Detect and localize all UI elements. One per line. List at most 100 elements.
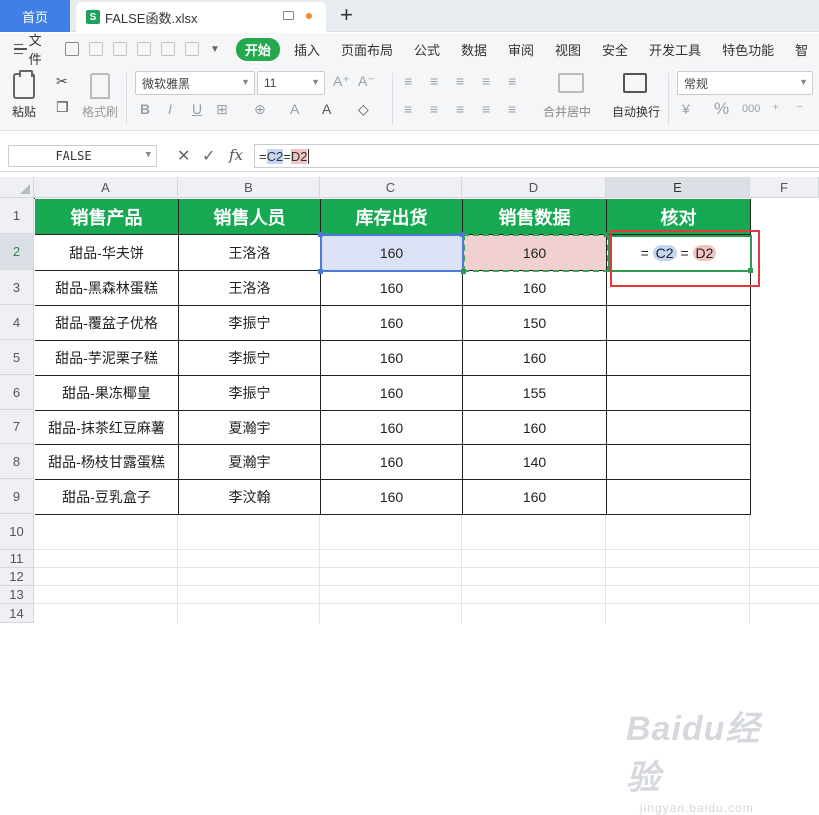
row-header-14[interactable]: 14: [0, 604, 34, 623]
row-header-7[interactable]: 7: [0, 410, 34, 444]
table-cell[interactable]: [607, 480, 751, 515]
export-icon[interactable]: [89, 42, 104, 56]
font-color-a-icon[interactable]: A: [322, 101, 331, 117]
column-header-d[interactable]: D: [462, 177, 606, 198]
table-cell[interactable]: 甜品-黑森林蛋糕: [35, 271, 179, 306]
table-cell[interactable]: 王洛洛: [179, 235, 321, 271]
decrease-decimal-icon[interactable]: ⁻: [796, 101, 803, 118]
table-cell[interactable]: 160: [463, 271, 607, 306]
table-cell[interactable]: 李汶翰: [179, 480, 321, 515]
undo-icon[interactable]: [161, 42, 176, 56]
menu-tab-developer[interactable]: 开发工具: [649, 40, 701, 59]
table-cell[interactable]: 甜品-覆盆子优格: [35, 306, 179, 341]
table-cell[interactable]: 王洛洛: [179, 271, 321, 306]
save-icon[interactable]: [65, 42, 80, 56]
name-box[interactable]: FALSE ▼: [8, 145, 157, 167]
row-header-12[interactable]: 12: [0, 568, 34, 586]
table-cell[interactable]: 160: [463, 411, 607, 445]
row-header-1[interactable]: 1: [0, 198, 34, 234]
merge-center-label[interactable]: 合并居中: [543, 103, 591, 120]
column-header-c[interactable]: C: [320, 177, 462, 198]
file-menu-button[interactable]: 文件: [0, 30, 46, 68]
header-cell-check[interactable]: 核对: [607, 199, 751, 235]
header-cell-product[interactable]: 销售产品: [35, 199, 179, 235]
column-header-e[interactable]: E: [606, 177, 750, 198]
justify-icon[interactable]: ≡: [482, 101, 490, 117]
table-cell[interactable]: 160: [463, 480, 607, 515]
table-cell[interactable]: [607, 306, 751, 341]
copy-icon[interactable]: ❐: [56, 99, 69, 116]
percent-icon[interactable]: %: [714, 99, 729, 119]
table-cell[interactable]: 160: [321, 376, 463, 411]
align-bottom-icon[interactable]: ≡: [456, 73, 464, 89]
table-cell[interactable]: 李振宁: [179, 341, 321, 376]
underline-icon[interactable]: U: [192, 101, 202, 117]
table-cell-d2[interactable]: 160: [463, 235, 607, 271]
table-cell-e2-editing[interactable]: = C2 = D2: [607, 235, 751, 271]
row-header-8[interactable]: 8: [0, 444, 34, 479]
redo-icon[interactable]: [185, 42, 200, 56]
table-cell[interactable]: [607, 341, 751, 376]
indent-icon[interactable]: ≡: [482, 73, 490, 89]
table-cell[interactable]: 夏瀚宇: [179, 445, 321, 480]
currency-icon[interactable]: ¥: [682, 101, 690, 117]
new-tab-button[interactable]: +: [340, 3, 353, 27]
merge-center-icon[interactable]: [558, 73, 584, 93]
border-icon[interactable]: ⊞: [216, 101, 228, 118]
table-cell[interactable]: [607, 445, 751, 480]
row-header-5[interactable]: 5: [0, 340, 34, 375]
paste-button[interactable]: 粘贴: [12, 70, 36, 120]
table-cell[interactable]: 夏瀚宇: [179, 411, 321, 445]
header-cell-sales-data[interactable]: 销售数据: [463, 199, 607, 235]
table-cell[interactable]: 甜品-华夫饼: [35, 235, 179, 271]
distribute-icon[interactable]: ≡: [508, 101, 516, 117]
menu-tab-security[interactable]: 安全: [602, 40, 628, 59]
align-center-icon[interactable]: ≡: [430, 101, 438, 117]
column-header-b[interactable]: B: [178, 177, 320, 198]
fill-handle[interactable]: [748, 268, 753, 273]
insert-function-icon[interactable]: fx: [229, 146, 243, 164]
table-cell[interactable]: 甜品-豆乳盒子: [35, 480, 179, 515]
row-header-2[interactable]: 2: [0, 234, 34, 270]
table-cell[interactable]: [607, 271, 751, 306]
cancel-formula-icon[interactable]: ✕: [177, 146, 190, 166]
preview-icon[interactable]: [137, 42, 152, 56]
column-header-f[interactable]: F: [750, 177, 819, 198]
font-color-icon[interactable]: A: [290, 101, 299, 117]
table-cell[interactable]: 160: [321, 306, 463, 341]
format-painter-button[interactable]: 格式刷: [82, 73, 118, 120]
align-right-icon[interactable]: ≡: [456, 101, 464, 117]
thousand-separator-icon[interactable]: 000: [742, 103, 760, 115]
header-cell-salesperson[interactable]: 销售人员: [179, 199, 321, 235]
cut-icon[interactable]: ✂: [56, 73, 68, 90]
row-header-3[interactable]: 3: [0, 270, 34, 305]
formula-input[interactable]: = C2 = D2: [254, 144, 819, 168]
select-all-corner[interactable]: [0, 177, 34, 198]
increase-decimal-icon[interactable]: ⁺: [772, 101, 779, 118]
table-cell[interactable]: 150: [463, 306, 607, 341]
menu-tab-page-layout[interactable]: 页面布局: [341, 40, 393, 59]
menu-tab-view[interactable]: 视图: [555, 40, 581, 59]
menu-tab-formulas[interactable]: 公式: [414, 40, 440, 59]
menu-tab-insert[interactable]: 插入: [294, 40, 320, 59]
italic-icon[interactable]: I: [168, 101, 172, 117]
table-cell[interactable]: 李振宁: [179, 306, 321, 341]
table-cell[interactable]: 160: [321, 480, 463, 515]
table-cell[interactable]: 甜品-杨枝甘露蛋糕: [35, 445, 179, 480]
resize-handle[interactable]: [461, 269, 466, 274]
print-icon[interactable]: [113, 42, 128, 56]
table-cell[interactable]: [607, 376, 751, 411]
resize-handle[interactable]: [318, 232, 323, 237]
table-cell[interactable]: 甜品-果冻椰皇: [35, 376, 179, 411]
menu-tab-home[interactable]: 开始: [235, 37, 280, 61]
fill-color-icon[interactable]: ⊕: [254, 101, 266, 118]
column-header-a[interactable]: A: [34, 177, 178, 198]
row-header-9[interactable]: 9: [0, 479, 34, 514]
row-header-10[interactable]: 10: [0, 514, 34, 550]
grow-font-icon[interactable]: A⁺: [333, 73, 350, 90]
resize-handle[interactable]: [318, 269, 323, 274]
table-cell[interactable]: 160: [321, 341, 463, 376]
resize-handle[interactable]: [460, 232, 465, 237]
menu-tab-data[interactable]: 数据: [461, 40, 487, 59]
table-cell[interactable]: 李振宁: [179, 376, 321, 411]
